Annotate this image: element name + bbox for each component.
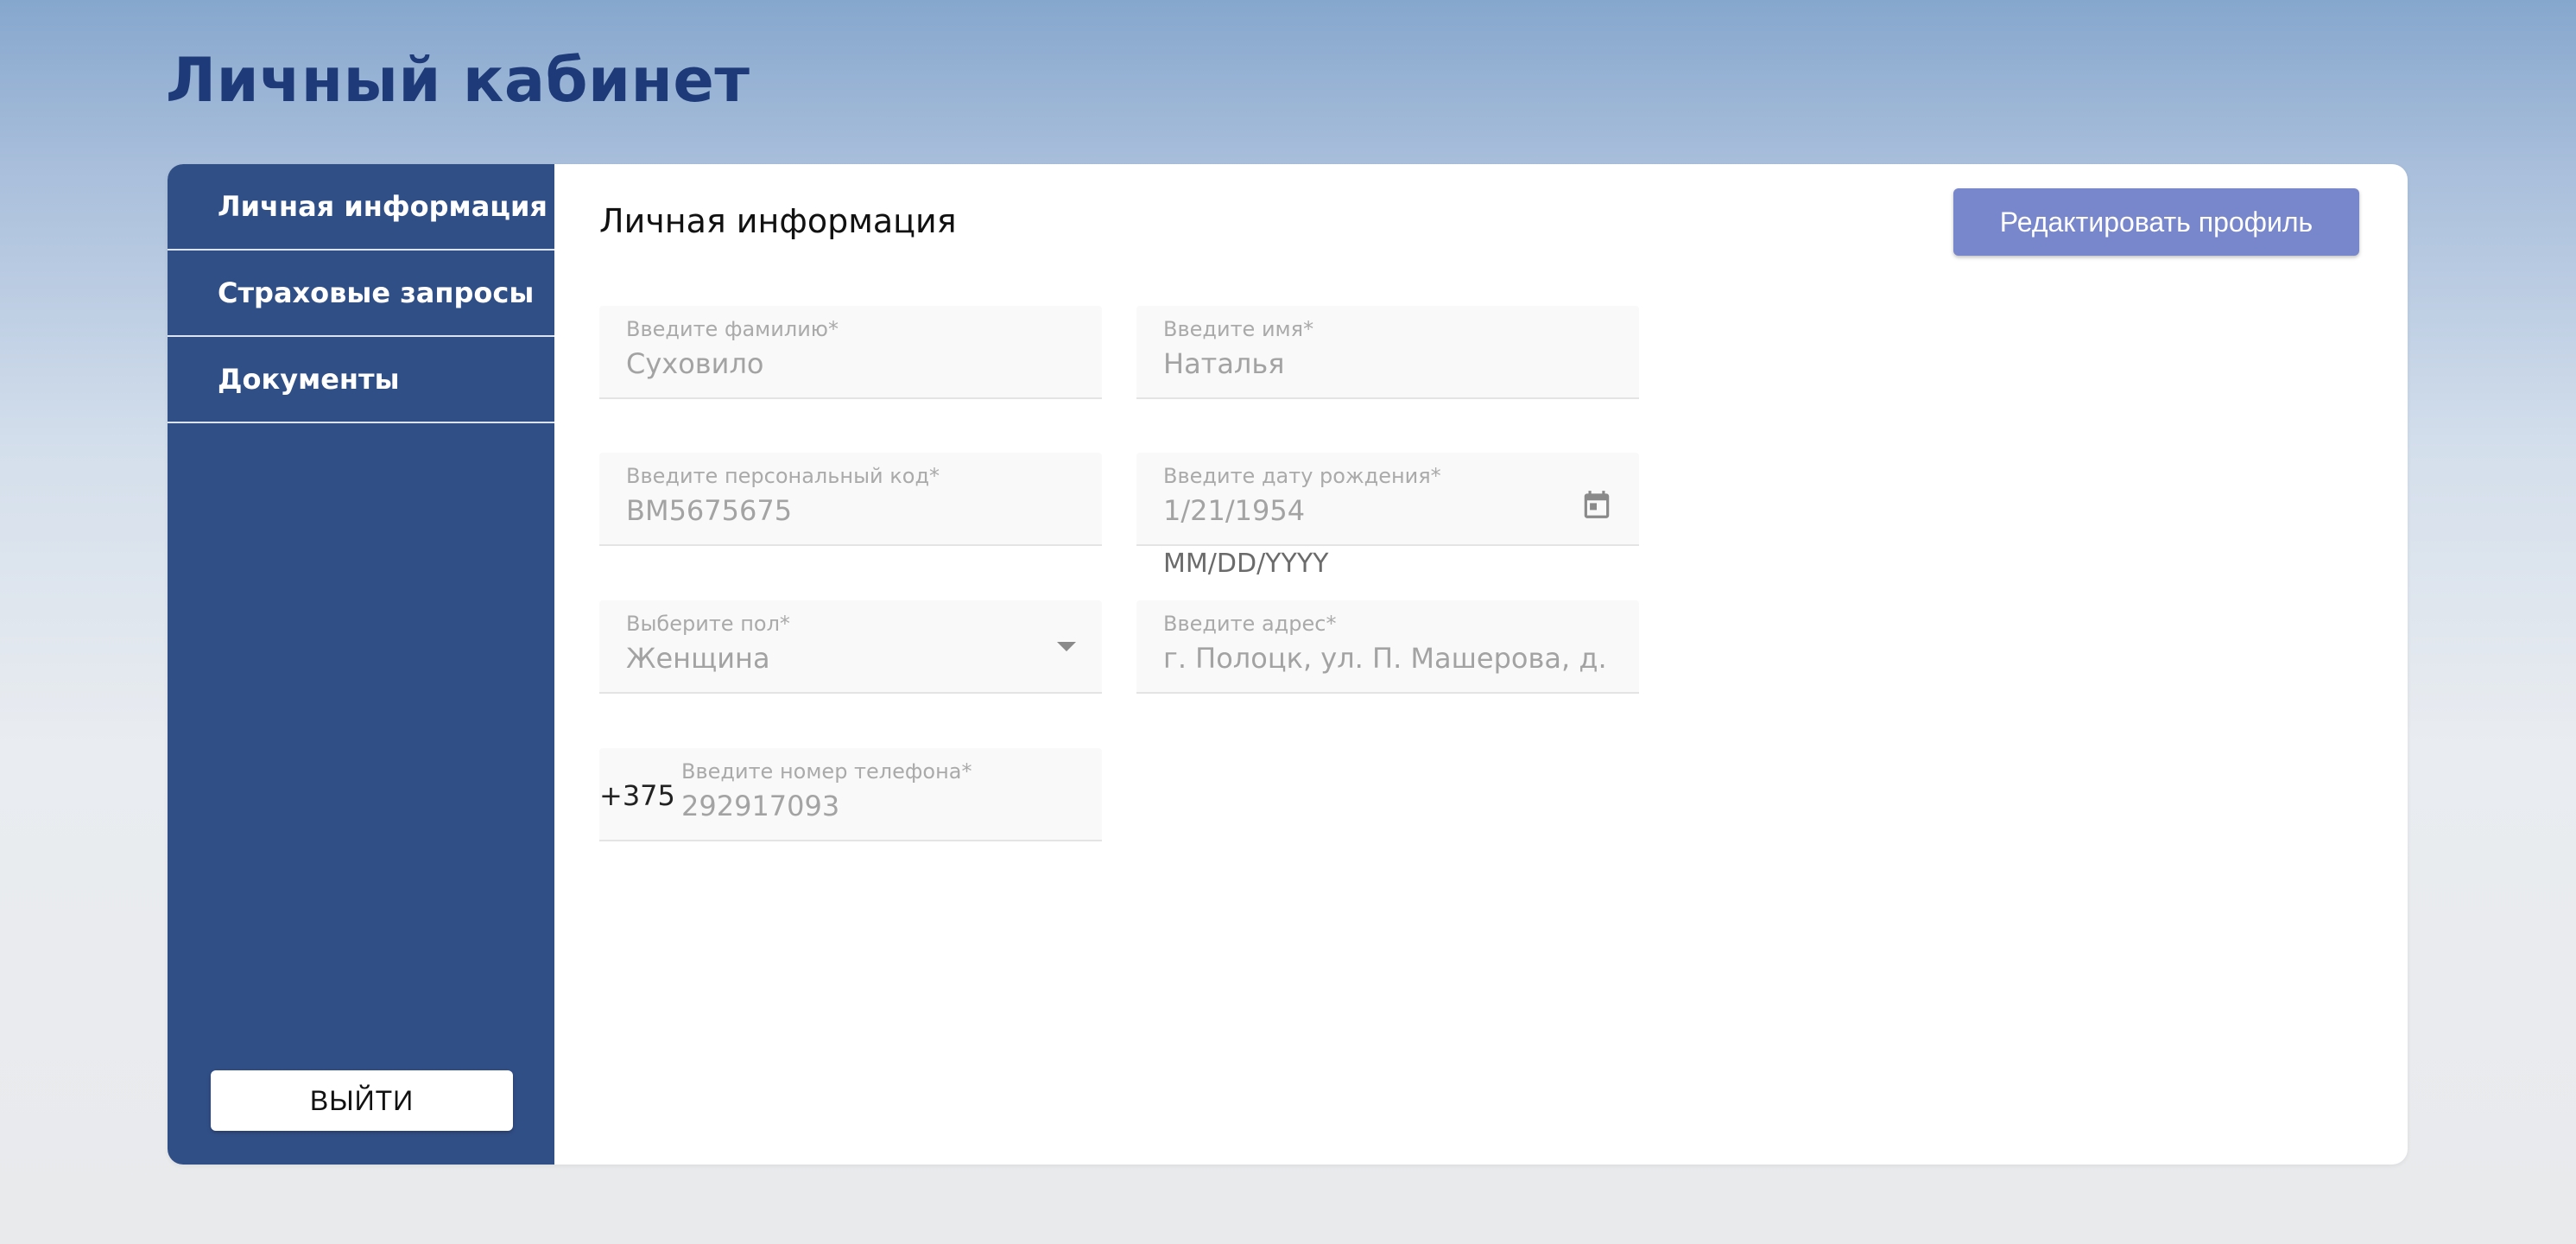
gender-value: Женщина [626,642,770,675]
birth-date-value: 1/21/1954 [1163,494,1306,527]
phone-prefix: +375 [599,779,675,812]
sidebar-item-insurance-requests[interactable]: Страховые запросы [168,251,554,337]
personal-code-field[interactable]: Введите персональный код* ВМ5675675 [599,453,1102,546]
sidebar-item-label: Страховые запросы [218,276,535,309]
last-name-value: Суховило [626,347,764,380]
gender-select[interactable]: Выберите пол* Женщина [599,600,1102,694]
gender-label: Выберите пол* [626,612,790,636]
first-name-field[interactable]: Введите имя* Наталья [1136,306,1639,399]
sidebar-item-documents[interactable]: Документы [168,337,554,423]
sidebar-item-personal-info[interactable]: Личная информация [168,164,554,251]
last-name-field[interactable]: Введите фамилию* Суховило [599,306,1102,399]
phone-label: Введите номер телефона* [681,759,972,784]
sidebar: Личная информация Страховые запросы Доку… [168,164,554,1165]
birth-date-format-hint: MM/DD/YYYY [1163,549,1329,579]
first-name-value: Наталья [1163,347,1285,380]
first-name-label: Введите имя* [1163,317,1314,341]
birth-date-field[interactable]: Введите дату рождения* 1/21/1954 [1136,453,1639,546]
main-content: Личная информация Редактировать профиль … [554,164,2408,1165]
sidebar-item-label: Личная информация [218,190,547,223]
phone-field[interactable]: +375 Введите номер телефона* 292917093 [599,748,1102,841]
personal-code-label: Введите персональный код* [626,464,940,488]
last-name-label: Введите фамилию* [626,317,839,341]
dropdown-arrow-icon[interactable] [1057,642,1076,651]
page-title: Личный кабинет [166,45,750,116]
birth-date-label: Введите дату рождения* [1163,464,1441,488]
sidebar-item-label: Документы [218,363,400,396]
personal-code-value: ВМ5675675 [626,494,793,527]
address-value: г. Полоцк, ул. П. Машерова, д. 9, кв [1163,642,1612,675]
address-field[interactable]: Введите адрес* г. Полоцк, ул. П. Машеров… [1136,600,1639,694]
edit-profile-button[interactable]: Редактировать профиль [1953,188,2359,256]
phone-value: 292917093 [681,790,840,822]
logout-button[interactable]: ВЫЙТИ [211,1070,513,1131]
address-label: Введите адрес* [1163,612,1337,636]
calendar-icon[interactable] [1580,487,1613,522]
section-title: Личная информация [599,202,957,240]
profile-card: Личная информация Страховые запросы Доку… [168,164,2408,1165]
